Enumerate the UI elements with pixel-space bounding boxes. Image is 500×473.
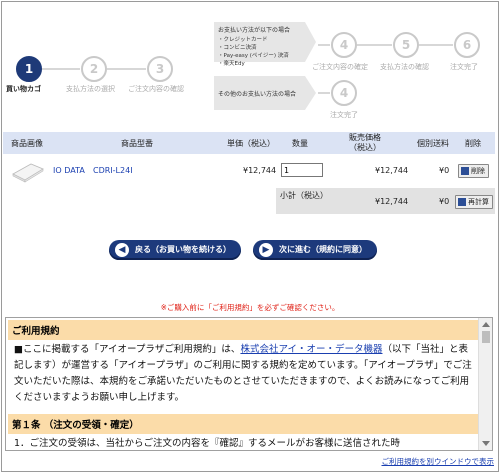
back-button[interactable]: ◀ 戻る（お買い物を続ける） xyxy=(109,240,241,260)
arrow-left-icon: ◀ xyxy=(115,243,129,257)
step-4b-circle: 4 xyxy=(331,80,357,106)
recalculate-icon xyxy=(458,198,466,206)
terms-heading: ご利用規約 xyxy=(8,320,479,340)
subtotal-price: ¥12,744 xyxy=(375,197,409,206)
recalculate-button[interactable]: 再計算 xyxy=(455,195,493,209)
payment-branch-other: その他のお支払い方法の場合 xyxy=(214,88,300,103)
col-header-price-line2: （税込） xyxy=(349,143,381,152)
next-button-label: 次に進む（規約に同意） xyxy=(279,245,367,254)
col-header-model: 商品型番 xyxy=(121,139,153,148)
terms-scrollbar[interactable] xyxy=(478,318,492,450)
payment-branch-online: お支払い方法が以下の場合 ・クレジットカード ・コンビニ決済 ・Pay-easy… xyxy=(214,24,294,71)
step-4a-circle: 4 xyxy=(331,32,357,58)
arrow-right-icon: ▶ xyxy=(259,243,273,257)
company-link[interactable]: 株式会社アイ・オー・データ機器 xyxy=(240,344,382,355)
checkout-steps: 1 買い物カゴ 2 支払方法の選択 3 ご注文内容の確認 お支払い方法が以下の場… xyxy=(0,0,500,130)
payment-method-item: ・コンビニ決済 xyxy=(218,45,257,51)
subtotal-shipping: ¥0 xyxy=(439,197,450,206)
next-button[interactable]: ▶ 次に進む（規約に同意） xyxy=(253,240,377,260)
terms-box[interactable]: ご利用規約 ■ここに掲載する「アイオープラザご利用規約」は、株式会社アイ・オー・… xyxy=(5,317,493,451)
delete-button[interactable]: 削除 xyxy=(458,164,489,178)
col-header-price: 販売価格 （税込） xyxy=(349,133,381,153)
delete-icon xyxy=(461,167,469,175)
back-button-label: 戻る（お買い物を続ける） xyxy=(135,245,231,254)
terms-new-window-link[interactable]: ご利用規約を別ウインドウで表示 xyxy=(382,456,495,467)
step-3-circle: 3 xyxy=(147,56,173,82)
step-6-circle: 6 xyxy=(454,32,480,58)
terms-paragraph: ■ここに掲載する「アイオープラザご利用規約」は、株式会社アイ・オー・データ機器（… xyxy=(8,340,479,408)
col-header-price-line1: 販売価格 xyxy=(349,133,381,142)
table-row: IO DATA CDRI-L24I ¥12,744 ¥12,744 ¥0 削除 xyxy=(3,154,495,188)
step-4b-label: 注文完了 xyxy=(330,111,358,119)
step-2-label: 支払方法の選択 xyxy=(66,85,115,93)
col-header-shipping: 個別送料 xyxy=(417,139,449,148)
terms-content: ご利用規約 ■ここに掲載する「アイオープラザご利用規約」は、株式会社アイ・オー・… xyxy=(8,320,479,450)
cart-table-header: 商品画像 商品型番 単価（税込） 数量 販売価格 （税込） 個別送料 削除 xyxy=(3,132,495,154)
article1-text: 1．ご注文の受領は、当社からご注文の内容を『確認』するメールがお客様に送信された… xyxy=(14,438,401,449)
product-maker-link[interactable]: IO DATA xyxy=(53,166,85,175)
terms-para1-pre: ■ここに掲載する「アイオープラザご利用規約」は、 xyxy=(14,344,241,355)
payment-method-item: ・楽天Edy xyxy=(218,61,245,67)
step-5-circle: 5 xyxy=(393,32,419,58)
unit-price: ¥12,744 xyxy=(243,166,277,175)
scroll-thumb[interactable] xyxy=(482,331,490,343)
recalculate-button-label: 再計算 xyxy=(468,198,489,206)
scroll-down-icon[interactable] xyxy=(482,441,490,446)
col-header-delete: 削除 xyxy=(465,139,481,148)
step-6-label: 注文完了 xyxy=(450,63,478,71)
step-5-label: 支払方法の確認 xyxy=(380,63,429,71)
col-header-qty: 数量 xyxy=(292,139,308,148)
payment-branch-online-title: お支払い方法が以下の場合 xyxy=(218,27,291,34)
article1-heading: 第１条 （注文の受領・確定） xyxy=(8,414,479,434)
step-1-label: 買い物カゴ xyxy=(6,85,41,93)
line-price: ¥12,744 xyxy=(375,166,409,175)
line-shipping: ¥0 xyxy=(439,166,450,175)
terms-notice: ※ご購入前に「ご利用規約」を必ずご確認ください。 xyxy=(160,303,340,312)
quantity-input[interactable] xyxy=(281,163,323,177)
product-thumbnail xyxy=(12,163,44,183)
col-header-image: 商品画像 xyxy=(11,139,43,148)
scroll-up-icon[interactable] xyxy=(482,322,490,327)
step-4a-label: ご注文内容の確定 xyxy=(312,63,368,71)
step-2-circle: 2 xyxy=(81,56,107,82)
payment-branch-other-title: その他のお支払い方法の場合 xyxy=(218,91,297,98)
step-1-circle: 1 xyxy=(16,56,42,82)
payment-method-item: ・クレジットカード xyxy=(218,37,268,43)
subtotal-label: 小計（税込） xyxy=(280,191,328,200)
delete-button-label: 削除 xyxy=(471,167,485,175)
product-model-link[interactable]: CDRI-L24I xyxy=(93,166,133,175)
step-3-label: ご注文内容の確認 xyxy=(128,85,184,93)
col-header-unit-price: 単価（税込） xyxy=(227,139,275,148)
payment-method-item: ・Pay-easy (ペイジー) 決済 xyxy=(218,53,289,59)
